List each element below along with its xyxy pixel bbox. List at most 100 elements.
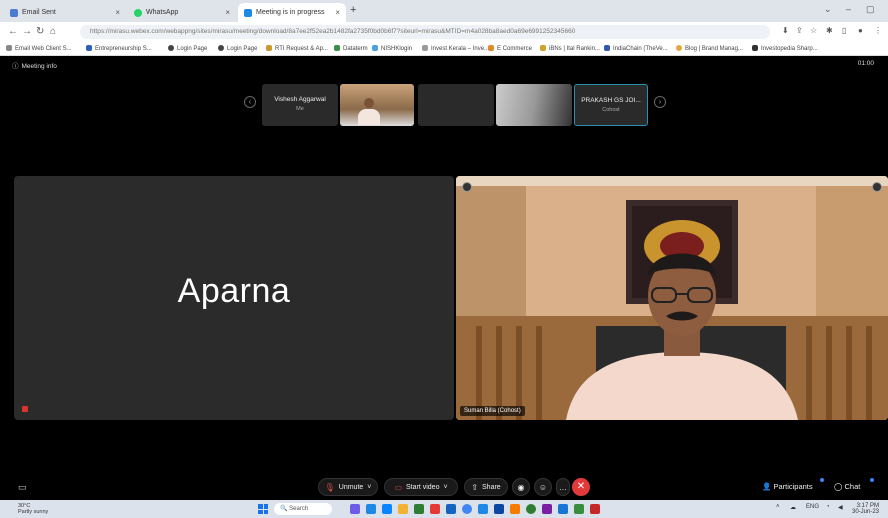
unmute-label: Unmute (338, 483, 364, 491)
forward-arrow-icon[interactable]: → (22, 26, 32, 37)
participant-thumbnail-selected[interactable]: PRAKASH GS JOI... Cohost (574, 84, 648, 126)
taskbar-search[interactable]: 🔍 Search (274, 503, 332, 515)
taskbar-app-icon[interactable] (446, 504, 456, 514)
taskbar-app-icon[interactable] (510, 504, 520, 514)
taskbar-app-icon[interactable] (542, 504, 552, 514)
bookmark-item[interactable]: Entrepreneurship S... (86, 45, 152, 52)
star-icon[interactable]: ☆ (810, 26, 817, 35)
participant-thumbnail[interactable]: Vishesh Aggarwal Me (262, 84, 338, 126)
search-label: Search (289, 506, 309, 512)
bookmark-item[interactable]: IndiaChain (TheVe... (604, 45, 668, 52)
taskbar-clock[interactable]: 3:17 PM 30-Jun-23 (852, 503, 879, 515)
sidepanel-icon[interactable]: ▯ (842, 26, 846, 35)
onedrive-icon[interactable]: ☁ (790, 504, 796, 511)
bookmark-label: Email Web Client S... (15, 46, 72, 52)
word-icon[interactable] (494, 504, 504, 514)
taskbar-app-icon[interactable] (478, 504, 488, 514)
minimize-icon[interactable]: – (846, 4, 851, 14)
windows-start-icon[interactable] (258, 504, 268, 514)
weather-widget[interactable]: 30°C Partly sunny (18, 503, 48, 515)
taskbar-app-icon[interactable] (526, 504, 536, 514)
participant-thumbnail-empty[interactable] (418, 84, 494, 126)
speaker-icon[interactable]: ◀ (838, 504, 843, 511)
taskbar-app-icon[interactable] (382, 504, 392, 514)
share-page-icon[interactable]: ⇪ (796, 26, 803, 35)
tab-meeting[interactable]: Meeting is in progress × (238, 3, 346, 22)
bookmark-item[interactable]: NISHKlogin (372, 45, 412, 52)
record-icon: ◉ (517, 482, 525, 492)
chat-button[interactable]: ◯ Chat (834, 482, 860, 491)
reactions-button[interactable]: ☺ (534, 478, 552, 496)
chevron-down-icon[interactable]: ˅ (367, 484, 371, 491)
meeting-clock: 01:00 (857, 60, 874, 67)
unmute-button[interactable]: 🎙 Unmute ˅ (318, 478, 378, 496)
main-video-tile-left[interactable]: Aparna (14, 176, 454, 420)
more-options-icon[interactable] (872, 182, 882, 192)
close-tab-icon[interactable]: × (335, 8, 340, 17)
extensions-icon[interactable]: ✱ (826, 26, 833, 35)
profile-icon[interactable]: ● (858, 26, 863, 35)
bookmark-item[interactable]: iBNs | Ital Rankin... (540, 45, 600, 52)
download-icon[interactable]: ⬇ (782, 26, 789, 35)
participants-label: Participants (773, 482, 813, 491)
record-button[interactable]: ◉ (512, 478, 530, 496)
taskbar-app-icon[interactable] (558, 504, 568, 514)
chevron-down-icon[interactable]: ˅ (443, 484, 447, 491)
participant-name: PRAKASH GS JOI... (581, 97, 641, 104)
taskbar-app-icon[interactable] (414, 504, 424, 514)
reload-icon[interactable]: ↻ (36, 26, 44, 37)
tab-whatsapp[interactable]: WhatsApp × (128, 3, 236, 22)
participants-button[interactable]: 👤 Participants (762, 482, 813, 491)
taskbar-app-icon[interactable] (366, 504, 376, 514)
wifi-icon[interactable]: ◔ (826, 504, 830, 510)
bookmark-item[interactable]: E Commerce (488, 45, 532, 52)
excel-icon[interactable] (574, 504, 584, 514)
end-call-button[interactable]: ✕ (572, 478, 590, 496)
participant-video-thumbnail[interactable] (496, 84, 572, 126)
language-indicator[interactable]: ENG (806, 504, 819, 510)
share-button[interactable]: ⇧ Share (464, 478, 508, 496)
pin-icon[interactable] (462, 182, 472, 192)
main-video-tile-right[interactable]: Suman Billa (Cohost) (456, 176, 888, 420)
captions-icon[interactable]: ▭ (18, 482, 27, 493)
bookmark-item[interactable]: Login Page (168, 45, 207, 52)
close-tab-icon[interactable]: × (115, 8, 120, 17)
meeting-area: Meeting info 01:00 ‹ Vishesh Aggarwal Me… (0, 56, 888, 500)
bookmark-item[interactable]: Dataterm (334, 45, 368, 52)
bookmark-item[interactable]: Login Page (218, 45, 257, 52)
start-video-button[interactable]: ▭ Start video ˅ (384, 478, 458, 496)
date-label: 30-Jun-23 (852, 509, 880, 515)
close-tab-icon[interactable]: × (225, 8, 230, 17)
menu-icon[interactable]: ⋮ (874, 26, 882, 35)
folder-icon[interactable] (398, 504, 408, 514)
taskbar-app-icon[interactable] (350, 504, 360, 514)
participant-video-thumbnail[interactable] (340, 84, 414, 126)
chrome-icon[interactable] (462, 504, 472, 514)
back-arrow-icon[interactable]: ← (8, 26, 18, 37)
chevron-right-icon[interactable]: › (654, 96, 666, 108)
tab-email-sent[interactable]: Email Sent × (4, 3, 126, 22)
bookmark-label: Blog | Brand Manag... (685, 46, 743, 52)
smiley-icon: ☺ (538, 482, 548, 492)
bookmark-item[interactable]: Blog | Brand Manag... (676, 45, 743, 52)
chat-label: Chat (844, 482, 861, 491)
bookmark-item[interactable]: Investopedia Sharp... (752, 45, 818, 52)
meeting-info-button[interactable]: Meeting info (12, 60, 57, 70)
taskbar-app-icon[interactable] (430, 504, 440, 514)
bookmark-item[interactable]: Email Web Client S... (6, 45, 72, 52)
bookmark-label: NISHKlogin (381, 46, 413, 52)
new-tab-button[interactable]: + (350, 4, 356, 16)
mic-muted-icon (22, 406, 28, 412)
participant-video (456, 176, 888, 420)
home-icon[interactable]: ⌂ (50, 26, 56, 37)
acrobat-icon[interactable] (590, 504, 600, 514)
chevron-down-icon[interactable]: ⌄ (824, 4, 832, 15)
more-icon: … (559, 482, 567, 492)
tray-chevron-up-icon[interactable]: ˄ (776, 504, 780, 510)
chevron-left-icon[interactable]: ‹ (244, 96, 256, 108)
bookmark-item[interactable]: Invest Kerala – Inve... (422, 45, 489, 52)
restore-icon[interactable]: ▢ (866, 4, 875, 15)
url-input[interactable]: https://mirasu.webex.com/webappng/sites/… (80, 25, 770, 39)
bookmark-item[interactable]: RTI Request & Ap... (266, 45, 328, 52)
more-button[interactable]: … (556, 478, 570, 496)
